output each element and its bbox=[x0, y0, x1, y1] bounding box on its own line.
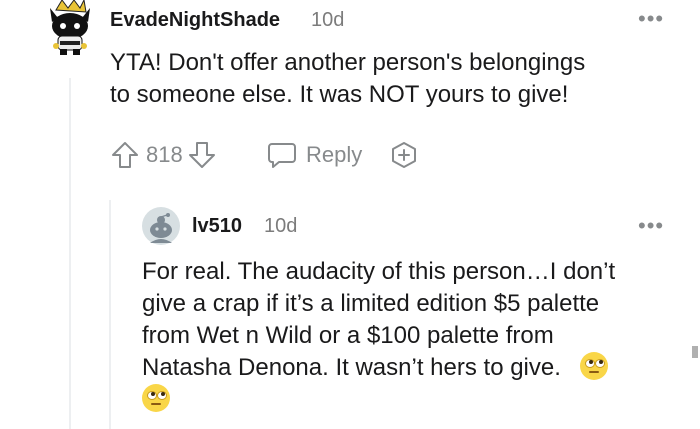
reply-body-line-with-emoji: Natasha Denona. It wasn’t hers to give. bbox=[142, 352, 615, 384]
comment-body: YTA! Don't offer another person's belong… bbox=[110, 47, 585, 111]
comment-timestamp[interactable]: 10d bbox=[311, 9, 344, 32]
user-avatar[interactable] bbox=[38, 0, 102, 56]
award-button[interactable] bbox=[389, 141, 419, 169]
reply-button-label: Reply bbox=[306, 142, 363, 167]
upvote-arrow-icon bbox=[112, 142, 138, 168]
reply-button[interactable]: Reply bbox=[266, 140, 362, 170]
add-award-icon bbox=[392, 142, 416, 168]
reply-bubble-icon bbox=[268, 143, 296, 168]
downvote-button[interactable] bbox=[187, 140, 217, 170]
vote-bar: 818 bbox=[110, 140, 217, 170]
reply-timestamp[interactable]: 10d bbox=[264, 215, 297, 238]
upvote-button[interactable] bbox=[110, 140, 140, 170]
reply-thread-line[interactable] bbox=[109, 200, 111, 429]
default-snoo-avatar-icon bbox=[142, 207, 180, 245]
reply-body-line: give a crap if it’s a limited edition $5… bbox=[142, 290, 600, 317]
reply-more-options-button[interactable]: ••• bbox=[638, 215, 664, 237]
reply-user-avatar[interactable] bbox=[142, 207, 180, 245]
reply-body-line: For real. The audacity of this person…I … bbox=[142, 258, 616, 285]
comment-username[interactable]: EvadeNightShade bbox=[110, 9, 280, 32]
scrollbar-thumb[interactable] bbox=[692, 346, 698, 358]
comment-body-line: YTA! Don't offer another person's belong… bbox=[110, 49, 586, 76]
snoo-avatar-icon bbox=[50, 0, 90, 55]
vote-score: 818 bbox=[146, 142, 183, 167]
reply-body-line: Natasha Denona. It wasn’t hers to give. bbox=[142, 354, 561, 381]
reply-body-emoji-line bbox=[142, 384, 615, 416]
rolling-eyes-emoji-icon bbox=[142, 384, 170, 412]
reply-username[interactable]: lv510 bbox=[192, 215, 242, 238]
comment-more-options-button[interactable]: ••• bbox=[638, 8, 664, 30]
rolling-eyes-emoji-icon bbox=[579, 352, 608, 380]
reply-body: For real. The audacity of this person…I … bbox=[142, 256, 615, 416]
downvote-arrow-icon bbox=[188, 142, 215, 168]
thread-line[interactable] bbox=[69, 78, 71, 429]
reply-body-line: from Wet n Wild or a $100 palette from bbox=[142, 322, 554, 349]
comment-body-line: to someone else. It was NOT yours to giv… bbox=[110, 81, 569, 108]
